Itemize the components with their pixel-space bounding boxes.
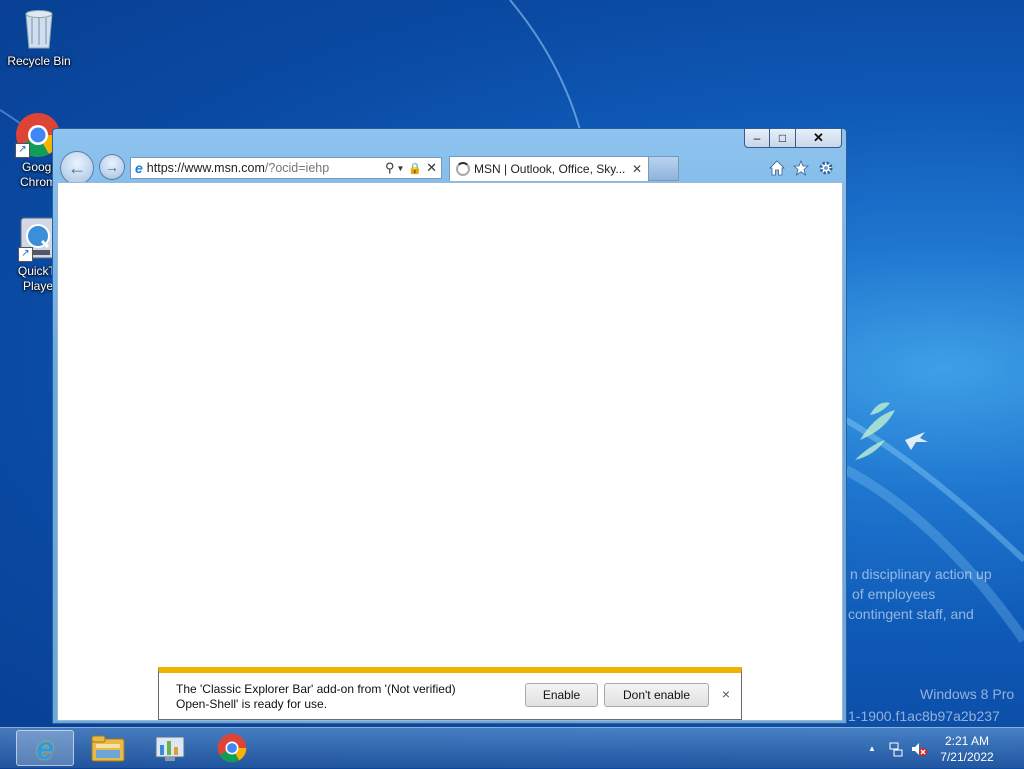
- file-explorer-icon: [91, 735, 125, 762]
- back-button[interactable]: ←: [60, 151, 94, 185]
- window-caption-buttons: – □ ✕: [744, 129, 842, 148]
- notification-message: The 'Classic Explorer Bar' add-on from '…: [176, 682, 456, 712]
- address-bar[interactable]: e https://www.msn.com/?ocid=iehp ⚲ ▼ 🔒 ✕: [130, 157, 442, 179]
- notification-close-icon[interactable]: ×: [719, 687, 733, 701]
- close-button[interactable]: ✕: [796, 129, 842, 148]
- bird-leaf-art: [855, 402, 928, 460]
- network-icon[interactable]: [888, 741, 904, 757]
- taskbar-google-chrome[interactable]: [203, 730, 261, 766]
- loading-spinner-icon: [456, 162, 470, 176]
- address-url-host: https://www.msn.com: [146, 161, 265, 175]
- stop-icon[interactable]: ✕: [426, 160, 437, 176]
- tab-msn[interactable]: MSN | Outlook, Office, Sky... ✕: [449, 156, 649, 181]
- favorites-button[interactable]: [791, 158, 811, 178]
- taskbar: e ▲ 2:21 AM 7/21/2022: [0, 727, 1024, 768]
- home-icon: [769, 160, 785, 176]
- back-arrow-icon: ←: [68, 157, 86, 178]
- tools-button[interactable]: [816, 158, 836, 178]
- lock-icon[interactable]: 🔒: [408, 162, 422, 175]
- enable-button[interactable]: Enable: [525, 683, 598, 707]
- address-url: https://www.msn.com/?ocid=iehp: [147, 161, 383, 175]
- watermark-line: contingent staff, and: [848, 606, 974, 622]
- recycle-bin-icon: [21, 6, 57, 52]
- watermark-line: of employees: [852, 586, 936, 602]
- tab-close-icon[interactable]: ✕: [632, 162, 642, 176]
- dropdown-arrow-icon[interactable]: ▼: [396, 164, 404, 173]
- clock-date: 7/21/2022: [940, 750, 994, 764]
- addon-notification-bar: The 'Classic Explorer Bar' add-on from '…: [158, 667, 742, 720]
- search-icon[interactable]: ⚲: [385, 160, 395, 176]
- address-url-path: /?ocid=iehp: [264, 161, 330, 175]
- desktop-icon-recycle-bin[interactable]: Recycle Bin: [1, 6, 77, 69]
- volume-muted-icon[interactable]: [910, 741, 928, 757]
- show-hidden-icons-button[interactable]: ▲: [868, 744, 876, 753]
- forward-button[interactable]: →: [99, 154, 125, 180]
- shortcut-arrow-icon: ↗: [15, 143, 30, 158]
- home-button[interactable]: [767, 158, 787, 178]
- taskbar-clock[interactable]: 2:21 AM 7/21/2022: [932, 733, 1002, 765]
- shortcut-arrow-icon: ↗: [18, 247, 33, 262]
- taskbar-control-panel[interactable]: [141, 730, 199, 766]
- gear-icon: [819, 161, 833, 175]
- desktop-icon-label: Recycle Bin: [7, 54, 71, 68]
- taskbar-file-explorer[interactable]: [79, 730, 137, 766]
- watermark-line: n disciplinary action up: [850, 566, 992, 582]
- clock-time: 2:21 AM: [944, 734, 990, 748]
- system-tray: ▲: [868, 728, 928, 769]
- maximize-button[interactable]: □: [770, 129, 796, 148]
- taskbar-internet-explorer[interactable]: e: [16, 730, 74, 766]
- dont-enable-button[interactable]: Don't enable: [604, 683, 709, 707]
- ie-page-icon: e: [135, 160, 143, 176]
- watermark-line: Windows 8 Pro: [920, 686, 1015, 702]
- star-icon: [793, 160, 809, 176]
- new-tab-button[interactable]: [649, 156, 679, 181]
- page-content-area[interactable]: [57, 182, 843, 721]
- chrome-icon: [217, 733, 247, 763]
- notification-line1: The 'Classic Explorer Bar' add-on from '…: [176, 682, 456, 696]
- minimize-button[interactable]: –: [744, 129, 770, 148]
- tab-title: MSN | Outlook, Office, Sky...: [474, 162, 626, 176]
- notification-line2: Open-Shell' is ready for use.: [176, 697, 328, 711]
- control-panel-icon: [155, 736, 185, 761]
- forward-arrow-icon: →: [105, 159, 119, 175]
- watermark-line: 1-1900.f1ac8b97a2b237: [848, 708, 1000, 724]
- internet-explorer-window: – □ ✕ ← → e https://www.msn.com/?ocid=ie…: [52, 128, 847, 724]
- internet-explorer-icon: e: [36, 729, 54, 766]
